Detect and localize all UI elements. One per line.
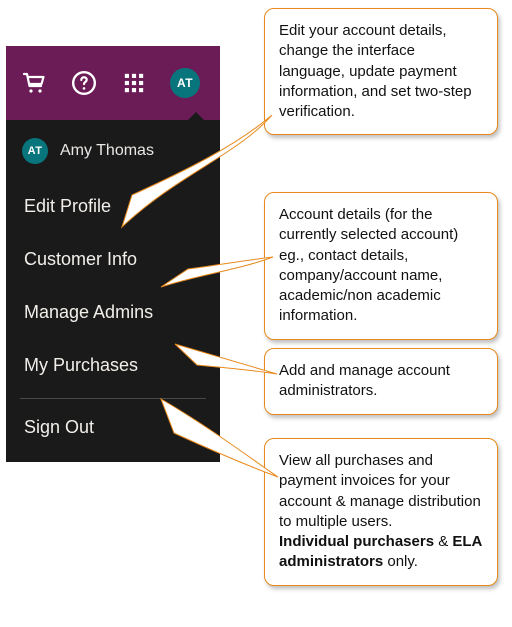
help-icon[interactable] bbox=[70, 69, 98, 97]
callout-text: View all purchases and payment invoices … bbox=[279, 452, 481, 530]
dropdown-username: Amy Thomas bbox=[60, 142, 154, 160]
callout-text: Account details (for the currently selec… bbox=[279, 206, 458, 324]
callout-my-purchases: View all purchases and payment invoices … bbox=[264, 438, 498, 586]
avatar[interactable]: AT bbox=[170, 68, 200, 98]
dropdown-separator bbox=[20, 398, 206, 399]
callout-customer-info: Account details (for the currently selec… bbox=[264, 192, 498, 340]
dropdown-user-row: AT Amy Thomas bbox=[6, 120, 220, 180]
account-dropdown: AT Amy Thomas Edit Profile Customer Info… bbox=[6, 120, 220, 462]
callout-text: & bbox=[434, 533, 452, 550]
top-bar: AT bbox=[6, 46, 220, 120]
menu-item-sign-out[interactable]: Sign Out bbox=[6, 401, 220, 454]
apps-grid-icon[interactable] bbox=[120, 69, 148, 97]
avatar-small: AT bbox=[22, 138, 48, 164]
callout-bold: Individual purchasers bbox=[279, 533, 434, 550]
menu-item-my-purchases[interactable]: My Purchases bbox=[6, 339, 220, 392]
cart-icon[interactable] bbox=[20, 69, 48, 97]
menu-item-customer-info[interactable]: Customer Info bbox=[6, 233, 220, 286]
callout-manage-admins: Add and manage account administrators. bbox=[264, 348, 498, 415]
callout-text: Edit your account details, change the in… bbox=[279, 22, 472, 120]
callout-text: Add and manage account administrators. bbox=[279, 362, 450, 399]
callout-text: only. bbox=[383, 553, 418, 570]
callout-edit-profile: Edit your account details, change the in… bbox=[264, 8, 498, 135]
menu-item-edit-profile[interactable]: Edit Profile bbox=[6, 180, 220, 233]
menu-item-manage-admins[interactable]: Manage Admins bbox=[6, 286, 220, 339]
